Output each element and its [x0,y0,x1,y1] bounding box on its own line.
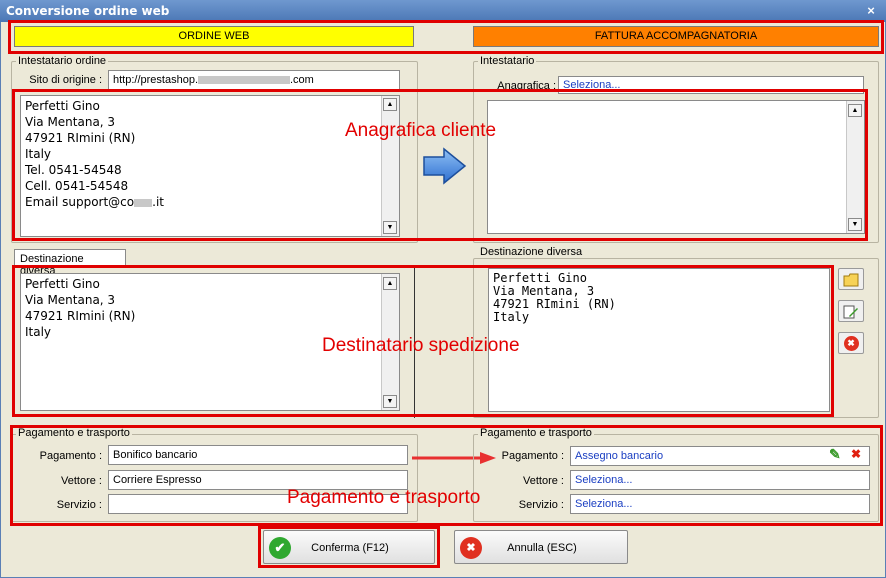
cancel-button[interactable]: ✖ Annulla (ESC) [454,530,628,564]
annotation-shipping: Destinatario spedizione [322,335,520,356]
folder-button[interactable] [838,268,864,290]
right-destination-legend: Destinazione diversa [478,246,585,258]
origin-site-field[interactable]: http://prestashop. .com [108,70,400,90]
folder-icon [843,273,859,287]
edit-icon [843,305,858,319]
window-title: Conversione ordine web [6,4,170,18]
edit-button[interactable] [838,300,864,322]
origin-label: Sito di origine : [29,74,102,86]
right-holder-legend: Intestatario [478,55,537,67]
highlight-headers [8,20,884,54]
highlight-confirm [258,526,440,568]
origin-site-value: http://prestashop. [113,74,198,86]
delete-button[interactable]: ✖ [838,332,864,354]
annotation-customer: Anagrafica cliente [345,120,497,141]
cancel-label: Annulla (ESC) [507,542,577,554]
origin-site-suffix: .com [290,74,314,86]
left-holder-legend: Intestatario ordine [16,55,109,67]
close-button[interactable]: × [862,3,880,19]
highlight-payment [10,425,883,526]
delete-icon: ✖ [843,336,859,351]
highlight-customer [12,89,868,241]
redacted-block [198,76,290,85]
annotation-payment: Pagamento e trasporto [287,487,481,508]
